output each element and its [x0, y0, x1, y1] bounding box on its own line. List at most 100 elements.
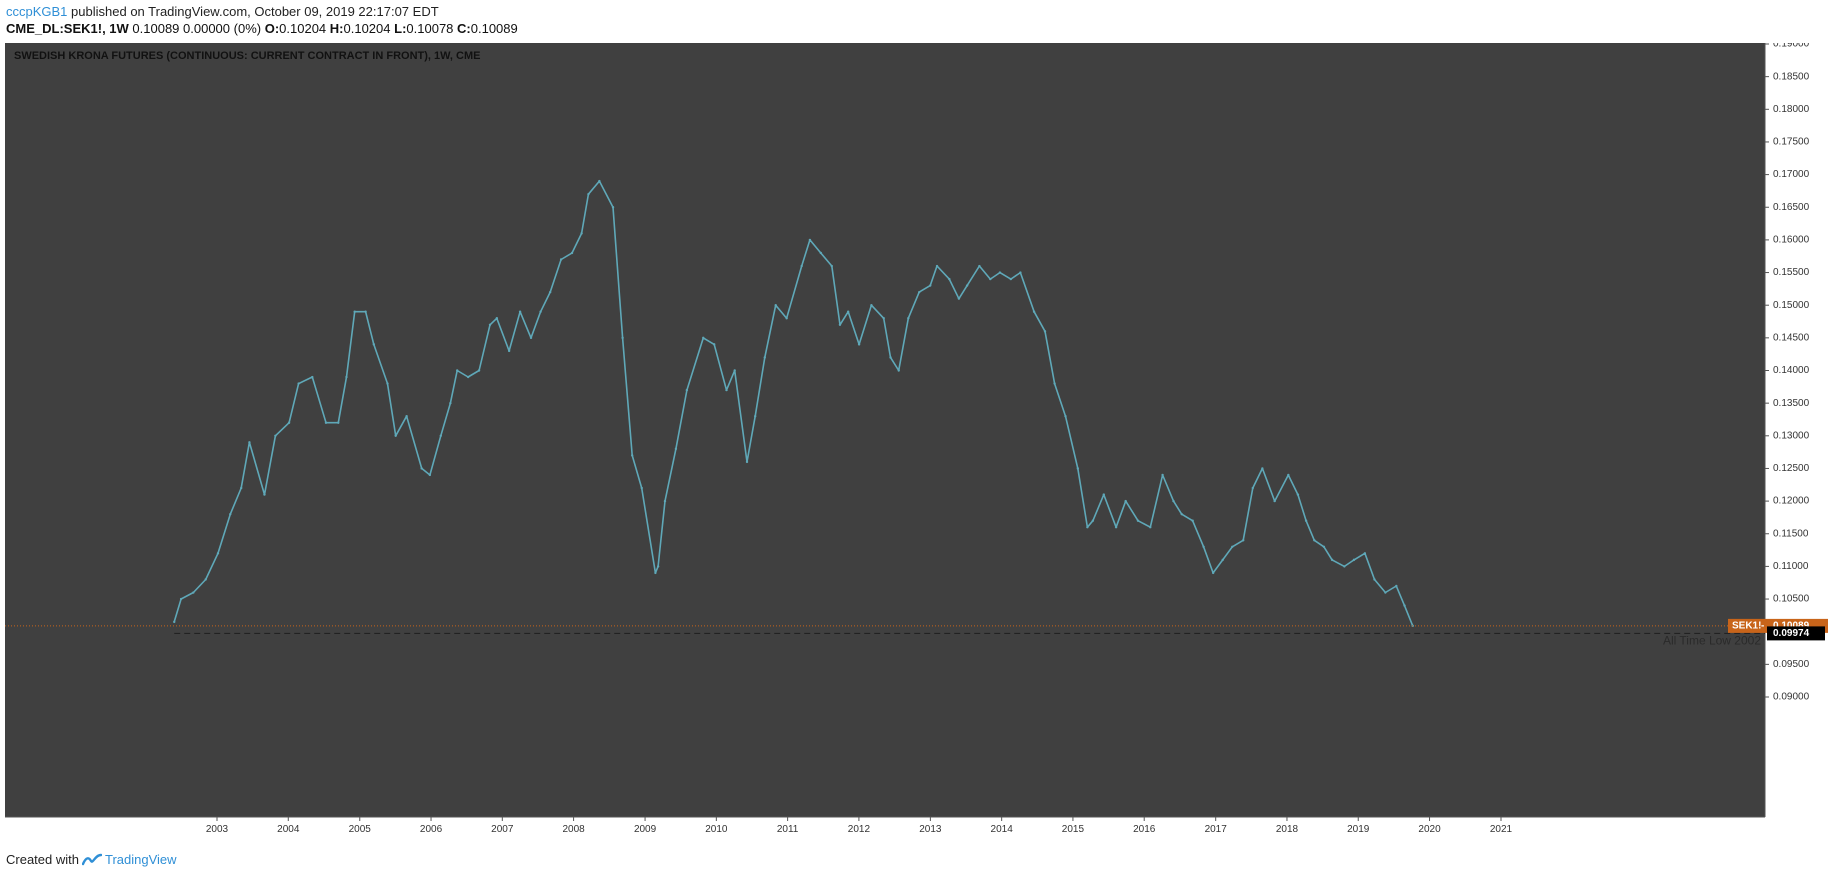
- x-tick-label: 2015: [1062, 824, 1085, 835]
- y-tick-label: 0.15000: [1773, 300, 1810, 311]
- price-point: [345, 375, 348, 379]
- price-point: [838, 323, 842, 326]
- y-tick-label: 0.14500: [1773, 332, 1810, 343]
- price-point: [1149, 526, 1152, 529]
- price-point: [311, 375, 314, 379]
- x-tick-label: 2020: [1418, 824, 1441, 835]
- price-point: [1009, 277, 1013, 281]
- price-point: [918, 290, 921, 294]
- price-point: [785, 317, 788, 320]
- y-tick-label: 0.12500: [1773, 463, 1810, 474]
- chart-frame[interactable]: SWEDISH KRONA FUTURES (CONTINUOUS: CURRE…: [5, 39, 1828, 841]
- price-point: [674, 447, 678, 451]
- price-point: [1231, 545, 1234, 549]
- price-point: [1352, 558, 1356, 562]
- price-point: [1363, 552, 1367, 555]
- price-point: [179, 597, 183, 601]
- price-point: [570, 251, 574, 255]
- y-tick-label: 0.18000: [1773, 104, 1810, 115]
- tradingview-logo-icon[interactable]: [81, 853, 102, 866]
- last-price-symbol: SEK1!: [1732, 621, 1761, 632]
- y-tick-label: 0.15500: [1773, 267, 1810, 278]
- price-point: [725, 388, 728, 392]
- x-tick-label: 2017: [1205, 824, 1228, 835]
- price-point: [263, 493, 266, 496]
- price-point: [763, 356, 766, 359]
- price-point: [754, 415, 757, 418]
- low-value: 0.10078: [406, 21, 454, 36]
- price-point: [337, 421, 340, 424]
- price-point: [488, 323, 492, 326]
- price-point: [808, 238, 812, 242]
- price-point: [580, 232, 583, 235]
- x-tick-label: 2009: [634, 824, 657, 835]
- y-tick-label: 0.10500: [1773, 594, 1810, 605]
- tradingview-brand-link[interactable]: TradingView: [105, 852, 177, 867]
- price-point: [324, 421, 328, 424]
- price-point: [1032, 310, 1036, 313]
- price-point: [1019, 271, 1022, 274]
- chart-title: SWEDISH KRONA FUTURES (CONTINUOUS: CURRE…: [14, 50, 480, 62]
- price-point: [1064, 415, 1067, 418]
- price-point: [654, 571, 657, 575]
- price-point: [1086, 526, 1089, 529]
- price-point: [539, 310, 542, 313]
- price-point: [587, 192, 590, 196]
- price-point: [559, 258, 563, 261]
- price-point: [621, 336, 624, 340]
- price-point: [745, 460, 749, 464]
- y-tick-label: 0.16000: [1773, 235, 1810, 246]
- close-label: C:: [457, 21, 471, 36]
- price-point: [1384, 591, 1387, 594]
- high-label: H:: [329, 21, 344, 36]
- price-point: [428, 473, 432, 477]
- close-value: 0.10089: [470, 21, 518, 36]
- price-point: [477, 369, 481, 372]
- x-tick-label: 2003: [206, 824, 229, 835]
- y-tick-label: 0.13000: [1773, 430, 1810, 441]
- price-point: [819, 251, 823, 255]
- price-chart[interactable]: SWEDISH KRONA FUTURES (CONTINUOUS: CURRE…: [5, 39, 1828, 841]
- price-point: [630, 454, 634, 457]
- published-text: published on TradingView.com, October 09…: [71, 4, 439, 19]
- author-link[interactable]: cccpKGB1: [6, 4, 67, 19]
- price-point: [830, 264, 833, 268]
- price-point: [774, 304, 777, 307]
- price-point: [248, 441, 251, 444]
- price-point: [1261, 467, 1264, 470]
- price-point: [204, 578, 207, 581]
- price-point: [1304, 519, 1308, 522]
- price-point: [1043, 330, 1047, 333]
- price-point: [518, 310, 522, 313]
- price-point: [1330, 558, 1334, 562]
- price-point: [948, 277, 951, 281]
- price-point: [287, 421, 291, 424]
- y-tick-label: 0.13500: [1773, 398, 1810, 409]
- price-point: [495, 317, 499, 320]
- price-point: [889, 356, 892, 359]
- x-tick-label: 2021: [1490, 824, 1513, 835]
- price-point: [1161, 473, 1164, 477]
- low-label: L:: [394, 21, 407, 36]
- price-point: [372, 343, 376, 346]
- y-tick-label: 0.17500: [1773, 137, 1810, 148]
- price-point: [394, 434, 397, 437]
- price-point: [216, 552, 220, 555]
- price-point: [1273, 499, 1276, 503]
- x-tick-label: 2008: [562, 824, 585, 835]
- price-point: [907, 317, 910, 320]
- x-tick-label: 2016: [1133, 824, 1156, 835]
- symbol-ohlc-line: CME_DL:SEK1!, 1W 0.10089 0.00000 (0%) O:…: [6, 21, 518, 36]
- price-point: [466, 375, 470, 379]
- price-point: [1221, 558, 1224, 562]
- price-point: [274, 434, 277, 437]
- y-tick-label: 0.11000: [1773, 561, 1809, 572]
- price-point: [420, 467, 423, 470]
- price-point: [935, 264, 939, 268]
- x-tick-label: 2019: [1347, 824, 1370, 835]
- price-point: [1322, 545, 1326, 549]
- price-point: [1136, 519, 1140, 522]
- created-with-text: Created with: [6, 852, 79, 867]
- x-tick-label: 2011: [777, 824, 799, 835]
- x-tick-label: 2014: [991, 824, 1014, 835]
